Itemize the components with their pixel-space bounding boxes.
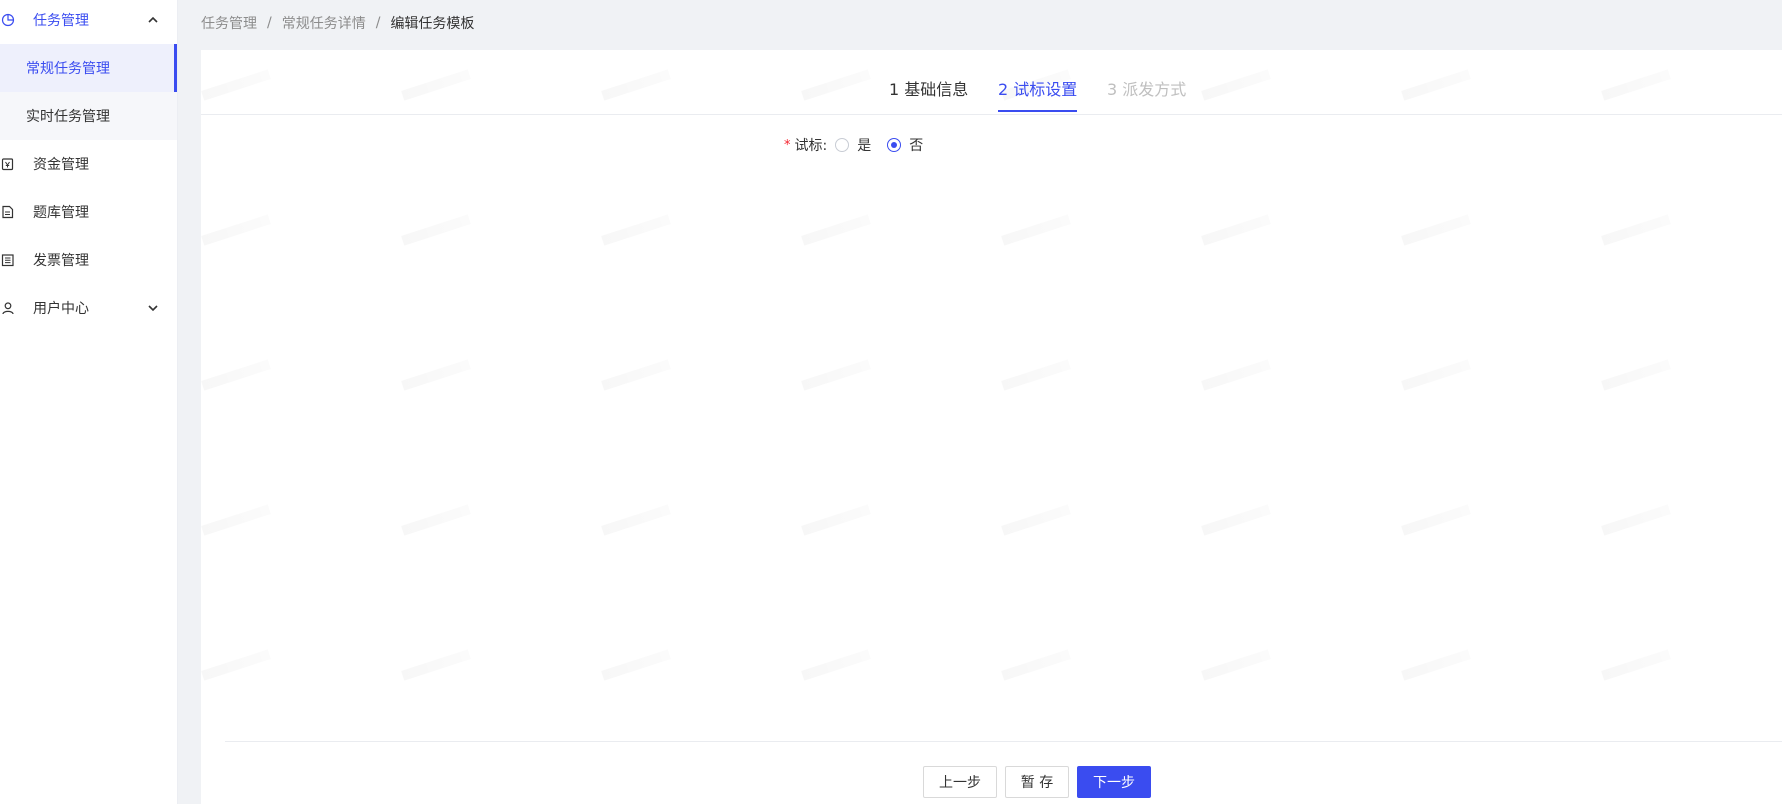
document-icon [0,204,16,220]
watermark-mark [401,649,471,681]
watermark-mark [601,649,671,681]
radio-label: 否 [909,138,924,154]
breadcrumb: 任务管理 / 常规任务详情 / 编辑任务模板 [201,12,474,34]
watermark-mark [601,214,671,246]
sidebar-subitem-realtime-tasks[interactable]: 实时任务管理 [0,92,177,140]
trial-form-row: * 试标: 是 否 [784,134,939,156]
radio-no[interactable]: 否 [887,135,923,155]
sidebar-item-label: 用户中心 [33,301,89,317]
sidebar-item-label: 发票管理 [33,253,89,269]
watermark-mark [1401,359,1471,391]
sidebar-item-label: 资金管理 [33,157,89,173]
watermark-mark [1401,649,1471,681]
watermark-mark [201,359,271,391]
pie-chart-icon [0,12,16,28]
sidebar-item-label: 任务管理 [33,13,89,29]
watermark-mark [1201,359,1271,391]
watermark-mark [1601,504,1671,536]
watermark-mark [201,214,271,246]
breadcrumb-separator: / [375,15,381,31]
watermark-mark [1201,504,1271,536]
chevron-up-icon [146,13,160,27]
watermark-mark [1601,649,1671,681]
watermark-mark [201,649,271,681]
sidebar-item-label: 题库管理 [33,205,89,221]
watermark-mark [1001,359,1071,391]
watermark-mark [1201,214,1271,246]
sidebar-item-invoice-management[interactable]: 发票管理 [0,236,177,284]
watermark-mark [1401,214,1471,246]
breadcrumb-separator: / [267,15,272,31]
step-trial-settings[interactable]: 2 试标设置 [998,76,1078,112]
invoice-icon [0,252,16,268]
watermark-mark [801,504,871,536]
watermark-mark [401,504,471,536]
watermark-mark [801,214,871,246]
watermark-mark [1001,504,1071,536]
watermark-mark [401,214,471,246]
watermark-mark [1401,504,1471,536]
sidebar-item-task-management[interactable]: 任务管理 [0,0,177,44]
watermark-mark [1201,649,1271,681]
step-dispatch-method[interactable]: 3 派发方式 [1107,76,1186,112]
watermark-mark [401,359,471,391]
sidebar-subitem-label: 常规任务管理 [26,61,110,77]
watermark-mark [801,649,871,681]
wallet-icon [0,156,16,172]
chevron-down-icon [146,301,160,315]
user-icon [0,300,16,316]
sidebar-item-question-bank[interactable]: 题库管理 [0,188,177,236]
step-basic-info[interactable]: 1 基础信息 [889,76,968,112]
watermark-mark [1601,214,1671,246]
radio-circle[interactable] [835,138,850,152]
footer-divider [225,741,1782,742]
watermark-mark [601,359,671,391]
next-step-button[interactable]: 下一步 [1077,766,1151,798]
steps-bar: 1 基础信息 2 试标设置 3 派发方式 [201,50,1782,115]
breadcrumb-item[interactable]: 任务管理 [201,13,257,33]
watermark-mark [201,504,271,536]
sidebar-item-user-center[interactable]: 用户中心 [0,284,177,332]
watermark-mark [1601,359,1671,391]
required-mark: * [784,137,791,153]
sidebar: 任务管理 常规任务管理 实时任务管理 资金管理 题库管理 发票管理 用户中心 [0,0,178,804]
radio-label: 是 [857,138,872,154]
radio-circle[interactable] [887,138,902,152]
main-panel: 1 基础信息 2 试标设置 3 派发方式 * 试标: 是 否 上一步 暂 存 下… [201,50,1782,804]
watermark-mark [1001,649,1071,681]
sidebar-subitem-label: 实时任务管理 [26,109,110,125]
breadcrumb-current: 编辑任务模板 [390,16,475,32]
prev-step-button[interactable]: 上一步 [923,766,997,798]
breadcrumb-item[interactable]: 常规任务详情 [282,13,366,33]
watermark-mark [601,504,671,536]
radio-yes[interactable]: 是 [835,135,871,155]
trial-field-label: 试标: [794,138,828,154]
save-draft-button[interactable]: 暂 存 [1005,766,1069,798]
watermark-mark [1001,214,1071,246]
sidebar-subitem-regular-tasks[interactable]: 常规任务管理 [0,44,177,92]
watermark-mark [801,359,871,391]
sidebar-item-fund-management[interactable]: 资金管理 [0,140,177,188]
